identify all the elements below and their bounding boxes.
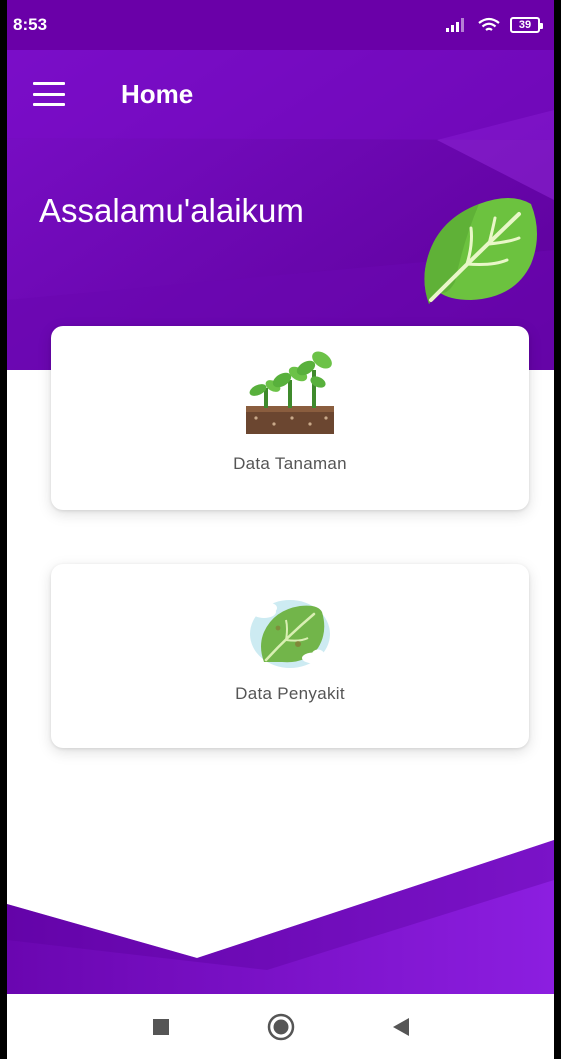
page-title: Home <box>121 78 194 109</box>
menu-icon[interactable] <box>33 82 65 106</box>
leaf-icon <box>424 198 537 304</box>
status-time: 8:53 <box>13 15 48 34</box>
card-label-tanaman: Data Tanaman <box>233 454 347 473</box>
home-button[interactable] <box>261 1007 301 1047</box>
back-triangle-icon <box>392 1017 409 1036</box>
status-icons: 39 <box>446 17 543 33</box>
circle-icon <box>267 1013 294 1040</box>
footer-background <box>7 840 554 994</box>
card-data-tanaman[interactable]: Data Tanaman <box>51 326 529 510</box>
back-button[interactable] <box>381 1007 421 1047</box>
greeting-text: Assalamu'alaikum <box>39 192 304 229</box>
diseased-leaf-icon <box>250 600 330 668</box>
card-data-penyakit[interactable]: Data Penyakit <box>51 564 529 748</box>
app-bar: Home <box>7 50 554 138</box>
system-nav-bar <box>7 994 554 1059</box>
recent-apps-button[interactable] <box>141 1007 181 1047</box>
plant-sprouts-icon <box>246 351 334 434</box>
wifi-icon <box>478 17 500 31</box>
signal-icon <box>446 18 464 32</box>
status-bar: 8:53 39 <box>7 0 554 50</box>
battery-icon: 39 <box>510 17 543 33</box>
square-icon <box>152 1018 169 1035</box>
card-label-penyakit: Data Penyakit <box>235 684 345 703</box>
app-screen: 8:53 39 Home Assalamu'alaikum Data Tanam… <box>0 0 561 1059</box>
